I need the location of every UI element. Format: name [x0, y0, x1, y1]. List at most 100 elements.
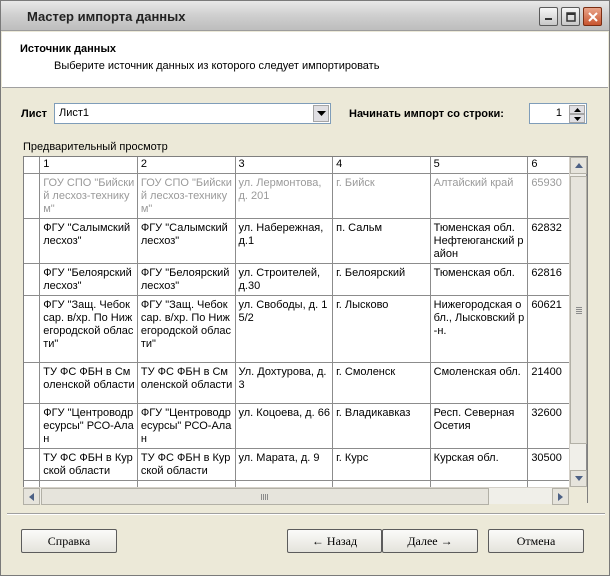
table-cell[interactable]: ул. Строителей, д.30 [235, 263, 334, 296]
table-cell[interactable]: ГОУ СПО "Бийский лесхоз-техникум" [137, 173, 236, 219]
wizard-header: Источник данных Выберите источник данных… [2, 32, 608, 88]
vertical-scroll-thumb[interactable] [570, 176, 587, 444]
table-cell[interactable]: ФГУ "Центроводресурсы" РСО-Алан [39, 403, 138, 449]
table-cell[interactable]: ТУ ФС ФБН в Курской области [39, 448, 138, 481]
table-row[interactable]: ТУ ФС ФБН в Курской области ТУ ФС ФБН в К… [24, 448, 587, 481]
table-cell[interactable]: ГОУ СПО "Бийский лесхоз-техникум" [39, 173, 138, 219]
corner-cell [24, 157, 41, 174]
table-cell[interactable]: ФГУ "Защ. Чебоксар. в/хр. По Нижегородск… [39, 295, 138, 363]
table-cell[interactable]: Тюменская обл. Нефтеюганский район [430, 218, 529, 264]
table-cell[interactable]: ФГУ "Белоярский лесхоз" [137, 263, 236, 296]
start-row-stepper[interactable]: 1 [529, 103, 587, 124]
maximize-icon [565, 11, 576, 22]
table-cell[interactable]: ФГУ "Салымский лесхоз" [137, 218, 236, 264]
cancel-button[interactable]: Отмена [488, 529, 584, 553]
column-header[interactable]: 5 [430, 157, 529, 174]
table-cell[interactable]: ул. Набережная, д.1 [235, 218, 334, 264]
close-button[interactable] [583, 7, 602, 26]
sheet-select-value: Лист1 [59, 107, 90, 119]
sheet-select[interactable]: Лист1 [54, 103, 331, 124]
help-button[interactable]: Справка [21, 529, 117, 553]
row-header[interactable] [24, 218, 41, 264]
close-icon [587, 11, 598, 22]
arrow-down-icon [573, 116, 581, 121]
start-row-value[interactable]: 1 [556, 107, 562, 119]
table-cell[interactable]: ТУ ФС ФБН в Смоленской области [137, 362, 236, 404]
table-cell[interactable]: ТУ ФС ФБН в Смоленской области [39, 362, 138, 404]
scroll-up-button[interactable] [570, 157, 587, 174]
row-header[interactable] [24, 362, 41, 404]
table-cell[interactable]: г. Белоярский [332, 263, 431, 296]
vertical-scrollbar[interactable] [569, 157, 587, 487]
table-cell[interactable]: ул. Коцоева, д. 66 [235, 403, 334, 449]
column-header[interactable]: 4 [332, 157, 431, 174]
horizontal-scrollbar[interactable] [23, 487, 569, 505]
stepper-up-button[interactable] [569, 105, 585, 114]
row-header[interactable] [24, 448, 41, 481]
table-row[interactable]: ГОУ СПО "Бийский лесхоз-техникум" ГОУ СПО… [24, 173, 587, 219]
chevron-down-icon [316, 110, 326, 116]
table-cell[interactable]: ул. Свободы, д. 15/2 [235, 295, 334, 363]
minimize-button[interactable] [539, 7, 558, 26]
table-row[interactable]: ФГУ "Защ. Чебоксар. в/хр. По Нижегородск… [24, 295, 587, 363]
row-header[interactable] [24, 295, 41, 363]
table-cell[interactable]: ул. Марата, д. 9 [235, 448, 334, 481]
start-row-label: Начинать импорт со строки: [349, 108, 504, 120]
grip-icon [576, 307, 582, 314]
preview-grid[interactable]: 1 2 3 4 5 6 ГОУ СПО "Бийский лесхоз-техникум" Г… [23, 156, 588, 503]
arrow-up-icon [574, 163, 583, 168]
minimize-icon [545, 18, 552, 20]
table-cell[interactable]: г. Смоленск [332, 362, 431, 404]
table-cell[interactable]: ФГУ "Центроводресурсы" РСО-Алан [137, 403, 236, 449]
arrow-left-icon [29, 492, 34, 501]
window-title: Мастер импорта данных [27, 9, 186, 24]
header-row: 123456 [24, 157, 587, 174]
horizontal-scroll-thumb[interactable] [41, 488, 489, 505]
table-cell[interactable]: Респ. Северная Осетия [430, 403, 529, 449]
table-cell[interactable]: п. Сальм [332, 218, 431, 264]
table-cell[interactable]: Алтайский край [430, 173, 529, 219]
row-header[interactable] [24, 263, 41, 296]
scroll-down-button[interactable] [570, 470, 587, 487]
next-button[interactable]: Далее → [382, 529, 478, 553]
import-wizard-window: Мастер импорта данных Источник данных Вы… [0, 0, 610, 576]
row-header[interactable] [24, 173, 41, 219]
table-row[interactable]: ФГУ "Салымский лесхоз" ФГУ "Салымский лес… [24, 218, 587, 264]
column-header[interactable]: 3 [235, 157, 334, 174]
column-header[interactable]: 1 [39, 157, 138, 174]
table-cell[interactable]: г. Владикавказ [332, 403, 431, 449]
column-header[interactable]: 2 [137, 157, 236, 174]
back-button[interactable]: ← Назад [287, 529, 382, 553]
title-bar[interactable]: Мастер импорта данных [1, 1, 609, 31]
table-cell[interactable]: ТУ ФС ФБН в Курской области [137, 448, 236, 481]
footer-separator [7, 513, 605, 515]
table-cell[interactable]: г. Курс [332, 448, 431, 481]
table-cell[interactable]: Ул. Дохтурова, д.3 [235, 362, 334, 404]
maximize-button[interactable] [561, 7, 580, 26]
step-subtitle: Выберите источник данных из которого сле… [54, 60, 380, 72]
stepper-down-button[interactable] [569, 114, 585, 123]
table-cell[interactable]: Смоленская обл. [430, 362, 529, 404]
table-cell[interactable]: ул. Лермонтова, д. 201 [235, 173, 334, 219]
table-cell[interactable]: ФГУ "Салымский лесхоз" [39, 218, 138, 264]
scroll-right-button[interactable] [552, 488, 569, 505]
table-row[interactable]: ФГУ "Центроводресурсы" РСО-Алан ФГУ "Цент… [24, 403, 587, 449]
arrow-down-icon [574, 476, 583, 481]
row-header[interactable] [24, 403, 41, 449]
table-row[interactable]: ФГУ "Белоярский лесхоз" ФГУ "Белоярский л… [24, 263, 587, 296]
table-cell[interactable]: г. Бийск [332, 173, 431, 219]
table-cell[interactable]: Нижегородская обл., Лысковский р-н. [430, 295, 529, 363]
scroll-left-button[interactable] [23, 488, 40, 505]
table-cell[interactable]: ФГУ "Защ. Чебоксар. в/хр. По Нижегородск… [137, 295, 236, 363]
dropdown-button[interactable] [313, 105, 329, 122]
table-row[interactable]: ТУ ФС ФБН в Смоленской области ТУ ФС ФБН … [24, 362, 587, 404]
preview-table: 1 2 3 4 5 6 ГОУ СПО "Бийский лесхоз-техникум" Г… [24, 157, 587, 502]
table-cell[interactable]: ФГУ "Белоярский лесхоз" [39, 263, 138, 296]
table-cell[interactable]: Тюменская обл. [430, 263, 529, 296]
sheet-label: Лист [21, 108, 47, 120]
table-cell[interactable]: Курская обл. [430, 448, 529, 481]
scroll-corner [569, 487, 587, 504]
grip-icon [261, 494, 269, 500]
arrow-up-icon [573, 107, 581, 112]
table-cell[interactable]: г. Лысково [332, 295, 431, 363]
